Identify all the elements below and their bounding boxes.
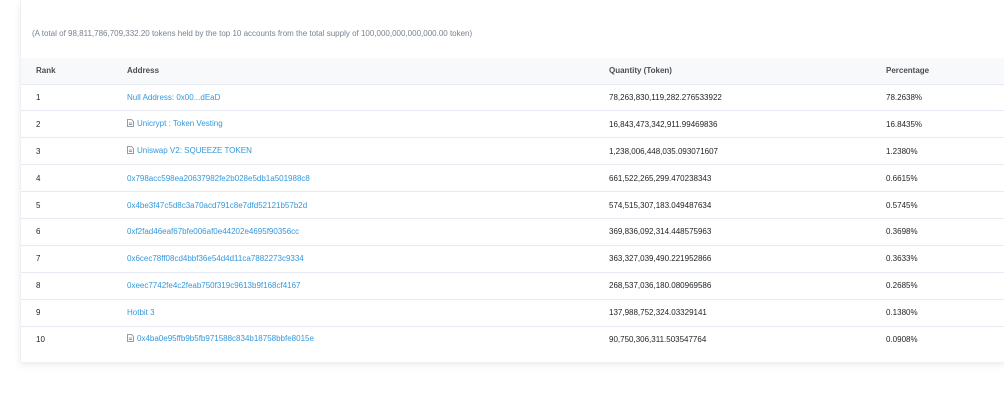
rank-cell: 10 (36, 334, 45, 344)
quantity-cell: 369,836,092,314.448575963 (609, 218, 886, 246)
holder-address-link[interactable]: 0x4be3f47c5d8c3a70acd791c8e7dfd52121b57b… (127, 201, 307, 210)
holders-table: Rank Address Quantity (Token) Percentage… (21, 58, 1004, 352)
table-row: 9 Hotbit 3 137,988,752,324.03329141 0.1380% (21, 299, 1004, 327)
rank-cell: 1 (21, 84, 127, 112)
table-row: 3 Uniswap V2: SQUEEZE TOKEN 1,238,006,448,… (21, 137, 1004, 166)
contract-icon (127, 146, 134, 156)
holder-address-link[interactable]: 0xf2fad46eaf67bfe006af0e44202e4695f90356… (127, 227, 299, 236)
address-cell: 0xf2fad46eaf67bfe006af0e44202e4695f90356… (127, 218, 609, 246)
address-cell: Null Address: 0x00...dEaD (127, 84, 609, 112)
percentage-cell: 78.2638% (886, 84, 1004, 112)
address-cell: 0x4ba0e95ffb9b5fb971588c834b18758bbfe801… (127, 326, 609, 352)
address-cell: Uniswap V2: SQUEEZE TOKEN (127, 137, 609, 166)
address-cell: 0xeec7742fe4c2feab750f319c9613b9f168cf41… (127, 272, 609, 300)
quantity-cell: 574,515,307,183.049487634 (609, 191, 886, 219)
quantity-cell: 1,238,006,448,035.093071607 (609, 137, 886, 166)
table-row: 6 0xf2fad46eaf67bfe006af0e44202e4695f9035… (21, 218, 1004, 246)
address-cell: Hotbit 3 (127, 299, 609, 327)
percentage-cell: 0.3698% (886, 218, 1004, 246)
table-row: 8 0xeec7742fe4c2feab750f319c9613b9f168cf4… (21, 272, 1004, 300)
percentage-cell: 0.3633% (886, 245, 1004, 273)
contract-icon (127, 334, 134, 344)
quantity-cell: 90,750,306,311.503547764 (609, 334, 707, 344)
address-cell: Unicrypt : Token Vesting (127, 110, 609, 139)
percentage-cell: 0.0908% (886, 334, 918, 344)
contract-icon (127, 119, 134, 129)
table-row: 5 0x4be3f47c5d8c3a70acd791c8e7dfd52121b57… (21, 191, 1004, 219)
table-row: 1 Null Address: 0x00...dEaD 78,263,830,119… (21, 84, 1004, 112)
table-row: 7 0x6cec78ff08cd4bbf36e54d4d11ca7882273c9… (21, 245, 1004, 273)
percentage-cell: 0.2685% (886, 272, 1004, 300)
holder-address-link[interactable]: Uniswap V2: SQUEEZE TOKEN (137, 146, 252, 155)
header-percentage: Percentage (886, 58, 1004, 85)
percentage-cell: 0.5745% (886, 191, 1004, 219)
rank-cell: 9 (21, 299, 127, 327)
holders-summary: (A total of 98,811,786,709,332.20 tokens… (32, 29, 473, 38)
percentage-cell: 1.2380% (886, 137, 1004, 166)
holder-address-link[interactable]: 0x798acc598ea20637982fe2b028e5db1a501988… (127, 174, 310, 183)
header-address: Address (127, 58, 609, 85)
quantity-cell: 16,843,473,342,911.99469836 (609, 110, 886, 139)
holder-address-link[interactable]: 0x6cec78ff08cd4bbf36e54d4d11ca7882273c93… (127, 254, 304, 263)
table-row: 4 0x798acc598ea20637982fe2b028e5db1a50198… (21, 164, 1004, 193)
rank-cell: 4 (21, 164, 127, 193)
rank-cell: 8 (21, 272, 127, 300)
header-rank: Rank (21, 58, 127, 85)
header-quantity: Quantity (Token) (609, 58, 886, 85)
quantity-cell: 268,537,036,180.080969586 (609, 272, 886, 300)
quantity-cell: 137,988,752,324.03329141 (609, 299, 886, 327)
address-cell: 0x4be3f47c5d8c3a70acd791c8e7dfd52121b57b… (127, 191, 609, 219)
holder-address-link[interactable]: 0xeec7742fe4c2feab750f319c9613b9f168cf41… (127, 281, 301, 290)
percentage-cell: 0.1380% (886, 299, 1004, 327)
holder-address-link[interactable]: 0x4ba0e95ffb9b5fb971588c834b18758bbfe801… (137, 334, 314, 343)
percentage-cell: 0.6615% (886, 164, 1004, 193)
rank-cell: 2 (21, 110, 127, 139)
rank-cell: 6 (21, 218, 127, 246)
quantity-cell: 363,327,039,490.221952866 (609, 245, 886, 273)
holder-address-link[interactable]: Hotbit 3 (127, 308, 155, 317)
token-holders-card: (A total of 98,811,786,709,332.20 tokens… (20, 0, 1004, 362)
percentage-cell: 16.8435% (886, 110, 1004, 139)
quantity-cell: 661,522,265,299.470238343 (609, 164, 886, 193)
table-header-row: Rank Address Quantity (Token) Percentage (21, 58, 1004, 85)
holder-address-link[interactable]: Null Address: 0x00...dEaD (127, 93, 220, 102)
table-row: 10 0x4ba0e95ffb9b5fb971588c834b18758bbfe8… (21, 326, 1004, 352)
rank-cell: 7 (21, 245, 127, 273)
holders-table-body: 1 Null Address: 0x00...dEaD 78,263,830,119… (21, 84, 1004, 352)
rank-cell: 3 (21, 137, 127, 166)
address-cell: 0x798acc598ea20637982fe2b028e5db1a501988… (127, 164, 609, 193)
rank-cell: 5 (21, 191, 127, 219)
address-cell: 0x6cec78ff08cd4bbf36e54d4d11ca7882273c93… (127, 245, 609, 273)
quantity-cell: 78,263,830,119,282.276533922 (609, 84, 886, 112)
table-row: 2 Unicrypt : Token Vesting 16,843,473,342,… (21, 110, 1004, 139)
holder-address-link[interactable]: Unicrypt : Token Vesting (137, 119, 223, 128)
